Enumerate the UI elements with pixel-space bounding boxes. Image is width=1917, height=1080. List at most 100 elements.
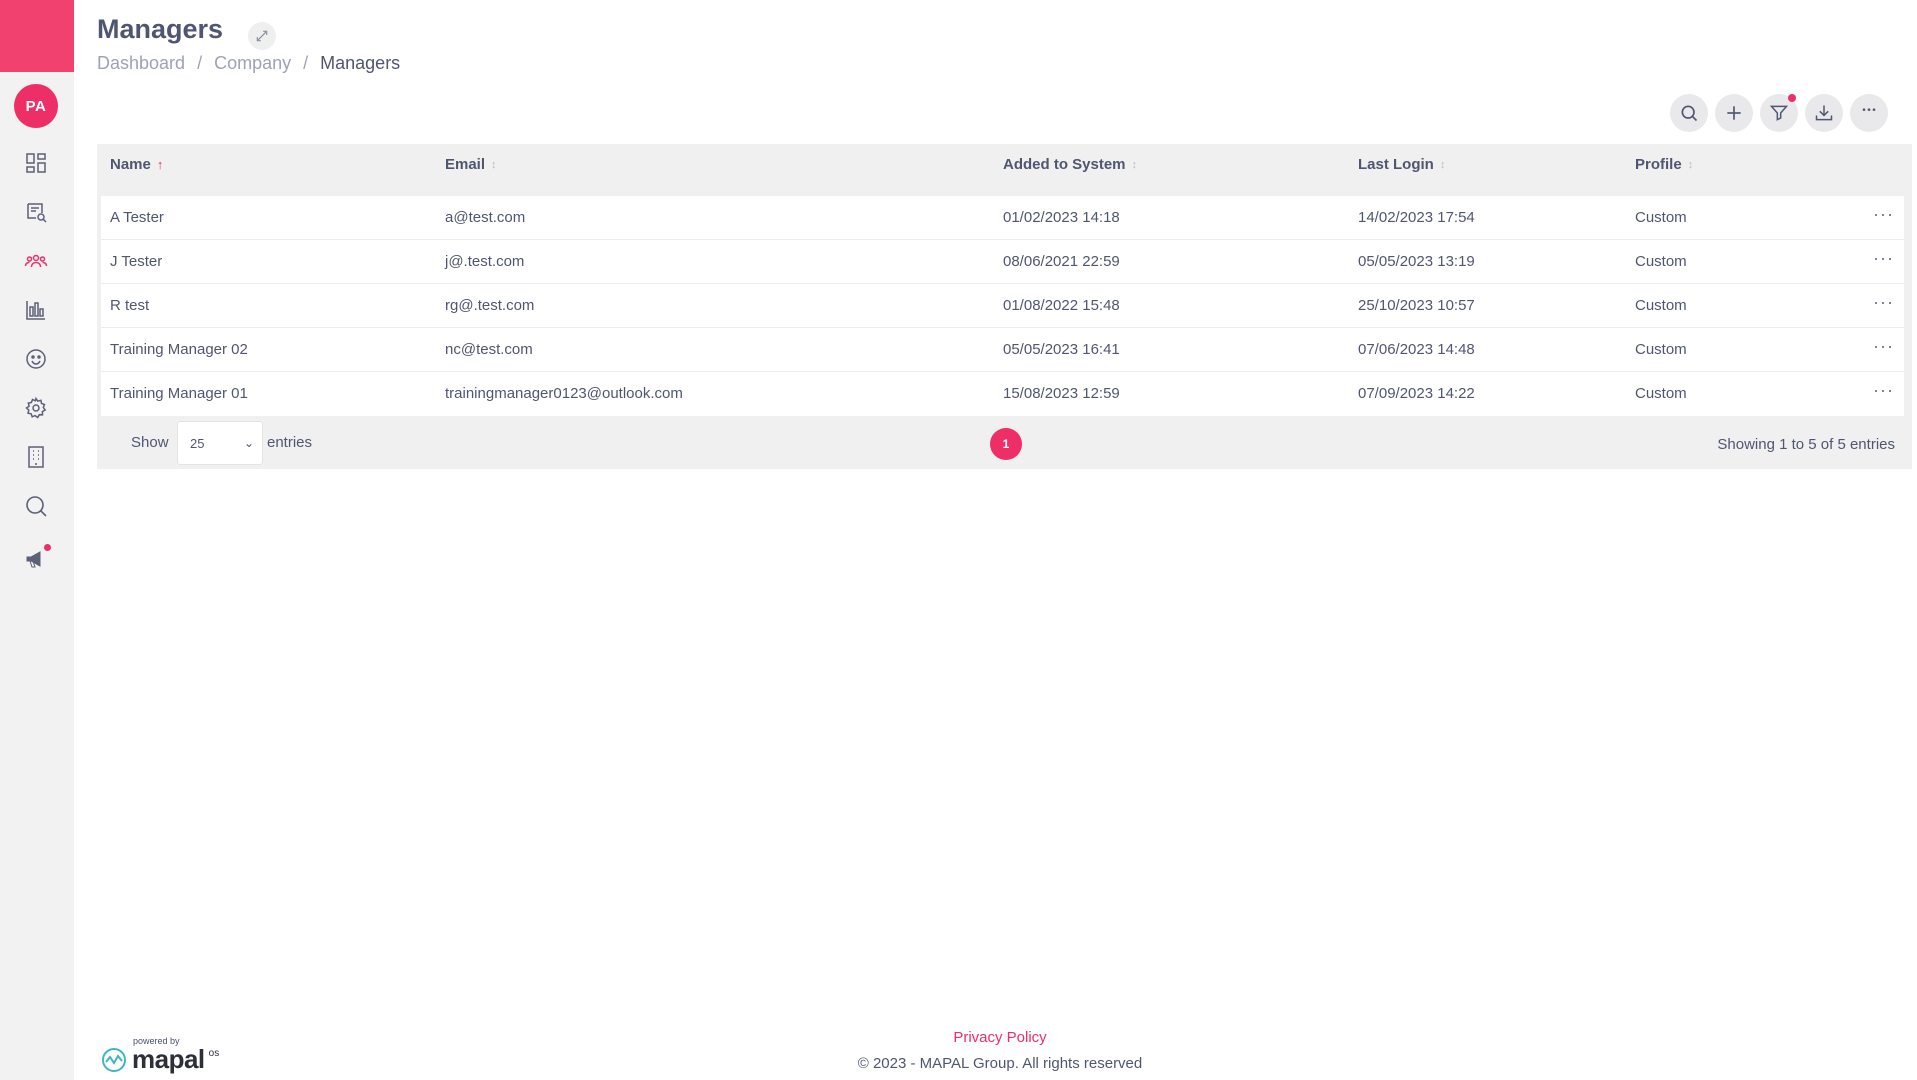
cell-last-login: 25/10/2023 10:57 xyxy=(1358,297,1475,314)
gear-icon xyxy=(25,396,47,419)
filter-button[interactable] xyxy=(1760,94,1798,132)
cell-email: trainingmanager0123@outlook.com xyxy=(445,385,683,402)
row-actions-icon[interactable]: ··· xyxy=(1873,337,1894,355)
cell-profile: Custom xyxy=(1635,341,1687,358)
entries-label: entries xyxy=(267,434,313,451)
page-title: Managers xyxy=(97,14,224,44)
table-footer: Show 25 ⌄ entries 1 Showing 1 to 5 of 5 … xyxy=(97,420,1912,470)
cell-name: Training Manager 02 xyxy=(110,341,248,358)
table-row[interactable]: J Tester j@.test.com 08/06/2021 22:59 05… xyxy=(101,240,1904,284)
table-row[interactable]: R test rg@.test.com 01/08/2022 15:48 25/… xyxy=(101,284,1904,328)
search-icon xyxy=(26,496,47,517)
cell-last-login: 05/05/2023 13:19 xyxy=(1358,253,1475,270)
brand-bar xyxy=(0,0,74,72)
filter-icon xyxy=(1769,105,1789,121)
smiley-icon xyxy=(26,349,46,369)
cell-profile: Custom xyxy=(1635,209,1687,226)
more-icon xyxy=(1862,108,1876,111)
sort-icon: ↕ xyxy=(491,158,497,171)
sidebar-item-people[interactable] xyxy=(21,246,51,276)
sidebar-item-engagement[interactable] xyxy=(21,344,51,374)
expand-button[interactable] xyxy=(248,22,276,50)
notification-dot xyxy=(44,544,51,551)
entries-value: 25 xyxy=(190,435,205,451)
sort-ascending-icon: ↑ xyxy=(156,157,164,172)
table-header: Name ↑ Email ↕ Added to System ↕ Last Lo… xyxy=(97,144,1912,184)
sort-icon: ↕ xyxy=(1439,158,1446,171)
avatar[interactable]: PA xyxy=(14,84,58,128)
cell-email: a@test.com xyxy=(445,209,526,226)
cell-added: 15/08/2023 12:59 xyxy=(1003,385,1120,402)
download-button[interactable] xyxy=(1805,94,1843,132)
bar-chart-icon xyxy=(26,301,45,320)
row-actions-icon[interactable]: ··· xyxy=(1873,381,1894,399)
people-icon xyxy=(24,254,48,268)
breadcrumb-dashboard[interactable]: Dashboard xyxy=(97,53,185,74)
managers-table: Name ↑ Email ↕ Added to System ↕ Last Lo… xyxy=(97,144,1912,469)
filter-active-dot xyxy=(1788,94,1796,102)
column-header-name[interactable]: Name ↑ xyxy=(110,156,163,173)
cell-added: 08/06/2021 22:59 xyxy=(1003,253,1120,270)
sidebar-item-analytics[interactable] xyxy=(21,295,51,325)
add-button[interactable] xyxy=(1715,94,1753,132)
page-button-current[interactable]: 1 xyxy=(990,428,1022,460)
privacy-policy-link[interactable]: Privacy Policy xyxy=(0,1029,1917,1046)
sidebar: PA xyxy=(0,0,74,1080)
sidebar-item-dashboard[interactable] xyxy=(21,148,51,178)
column-label: Name xyxy=(110,156,151,173)
row-actions-icon[interactable]: ··· xyxy=(1873,249,1894,267)
entries-select[interactable]: 25 ⌄ xyxy=(177,421,263,465)
breadcrumb-company[interactable]: Company xyxy=(214,53,291,74)
expand-icon xyxy=(256,30,268,42)
row-actions-icon[interactable]: ··· xyxy=(1873,205,1894,223)
sidebar-item-company[interactable] xyxy=(21,442,51,472)
sidebar-item-announcements[interactable] xyxy=(21,544,51,574)
cell-email: j@.test.com xyxy=(445,253,525,270)
sidebar-item-reports[interactable] xyxy=(21,197,51,227)
cell-name: R test xyxy=(110,297,150,314)
download-icon xyxy=(1815,105,1833,121)
cell-added: 05/05/2023 16:41 xyxy=(1003,341,1120,358)
cell-last-login: 07/06/2023 14:48 xyxy=(1358,341,1475,358)
column-label: Profile xyxy=(1635,156,1682,173)
sidebar-item-search[interactable] xyxy=(21,491,51,521)
cell-name: Training Manager 01 xyxy=(110,385,248,402)
plus-icon xyxy=(1727,106,1741,120)
toolbar xyxy=(1670,94,1888,132)
column-header-profile[interactable]: Profile ↕ xyxy=(1635,156,1693,173)
table-row[interactable]: Training Manager 01 trainingmanager0123@… xyxy=(101,372,1904,416)
cell-email: rg@.test.com xyxy=(445,297,535,314)
chevron-down-icon: ⌄ xyxy=(243,436,254,450)
breadcrumb-separator: / xyxy=(303,53,309,73)
cell-email: nc@test.com xyxy=(445,341,533,358)
cell-profile: Custom xyxy=(1635,253,1687,270)
table-body: A Tester a@test.com 01/02/2023 14:18 14/… xyxy=(101,196,1904,416)
row-actions-icon[interactable]: ··· xyxy=(1873,293,1894,311)
cell-added: 01/02/2023 14:18 xyxy=(1003,209,1120,226)
breadcrumb-current: Managers xyxy=(320,53,401,73)
column-header-last-login[interactable]: Last Login ↕ xyxy=(1358,156,1445,173)
more-button[interactable] xyxy=(1850,94,1888,132)
sidebar-item-settings[interactable] xyxy=(21,393,51,423)
cell-name: A Tester xyxy=(110,209,164,226)
sort-icon: ↕ xyxy=(1687,158,1694,171)
column-label: Added to System xyxy=(1003,156,1126,173)
breadcrumb-separator: / xyxy=(197,53,203,73)
search-document-icon xyxy=(27,203,47,223)
sort-icon: ↕ xyxy=(1131,158,1138,171)
table-row[interactable]: Training Manager 02 nc@test.com 05/05/20… xyxy=(101,328,1904,372)
show-label: Show xyxy=(131,434,169,451)
cell-last-login: 07/09/2023 14:22 xyxy=(1358,385,1475,402)
showing-entries-text: Showing 1 to 5 of 5 entries xyxy=(1717,436,1895,453)
cell-name: J Tester xyxy=(110,253,163,270)
search-button[interactable] xyxy=(1670,94,1708,132)
copyright: © 2023 - MAPAL Group. All rights reserve… xyxy=(857,1055,1143,1072)
column-label: Email xyxy=(445,156,486,173)
column-label: Last Login xyxy=(1358,156,1434,173)
column-header-added[interactable]: Added to System ↕ xyxy=(1003,156,1137,173)
megaphone-icon xyxy=(26,551,41,568)
cell-profile: Custom xyxy=(1635,297,1687,314)
column-header-email[interactable]: Email ↕ xyxy=(445,156,497,173)
table-row[interactable]: A Tester a@test.com 01/02/2023 14:18 14/… xyxy=(101,196,1904,240)
search-icon xyxy=(1681,105,1698,122)
